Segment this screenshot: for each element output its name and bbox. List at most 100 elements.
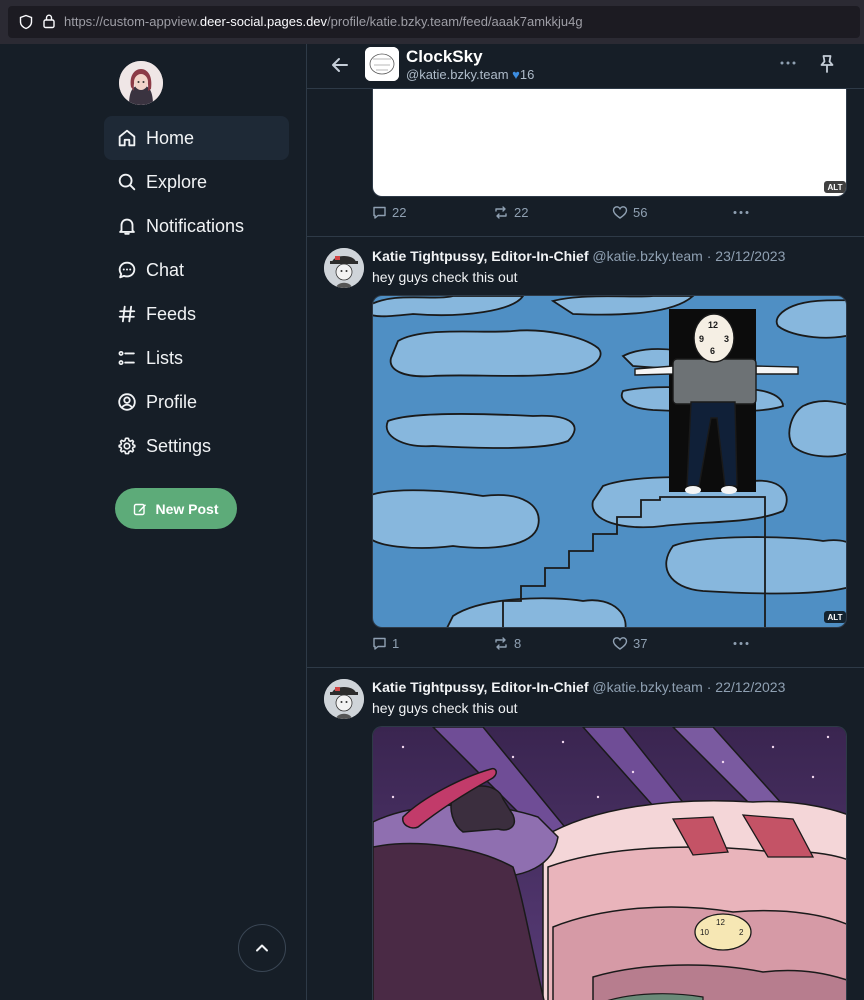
post-more-button[interactable] (732, 636, 755, 651)
browser-toolbar: https://custom-appview.deer-social.pages… (0, 0, 864, 44)
pin-icon[interactable] (817, 53, 837, 75)
sidebar-item-label: Home (146, 127, 195, 148)
sidebar-item-explore[interactable]: Explore (104, 160, 289, 204)
more-options-icon (733, 211, 749, 214)
url-text[interactable]: https://custom-appview.deer-social.pages… (64, 14, 583, 29)
search-icon (118, 173, 136, 191)
sidebar-item-settings[interactable]: Settings (104, 424, 289, 468)
post-date[interactable]: 23/12/2023 (715, 248, 785, 264)
post-more-button[interactable] (732, 205, 755, 220)
repost-count: 8 (514, 636, 522, 651)
user-circle-icon (118, 393, 136, 411)
post-image[interactable]: ALT (372, 89, 847, 197)
reply-icon (373, 637, 386, 650)
post-author-name[interactable]: Katie Tightpussy, Editor-In-Chief (372, 248, 589, 264)
feed-like-count: 16 (519, 67, 535, 82)
sidebar-item-label: Lists (146, 347, 184, 368)
chat-icon (118, 261, 136, 279)
sidebar-item-home[interactable]: Home (104, 116, 289, 160)
post-author-handle[interactable]: @katie.bzky.team (592, 679, 702, 695)
chevron-up-icon (256, 944, 268, 952)
sidebar-item-label: Profile (146, 391, 198, 412)
post-author-name[interactable]: Katie Tightpussy, Editor-In-Chief (372, 679, 589, 695)
sidebar-item-label: Notifications (146, 215, 245, 236)
repost-icon (495, 637, 507, 650)
post-divider (307, 236, 864, 237)
sidebar-item-chat[interactable]: Chat (104, 248, 289, 292)
user-avatar[interactable] (119, 61, 163, 105)
post-image[interactable]: 12 9 3 6 ALT (372, 295, 847, 628)
feed-title: ClockSky (406, 47, 483, 66)
back-arrow-icon[interactable] (329, 54, 351, 76)
sidebar-item-feeds[interactable]: Feeds (104, 292, 289, 336)
post-divider (307, 667, 864, 668)
like-button[interactable]: 37 (612, 636, 647, 651)
svg-text:3: 3 (724, 334, 729, 344)
post-image[interactable]: 12 10 2 (372, 726, 847, 1000)
cliff-night-illustration: 12 10 2 (373, 727, 846, 1000)
sidebar-item-notifications[interactable]: Notifications (104, 204, 289, 248)
new-post-label: New Post (155, 500, 219, 517)
home-icon (118, 129, 136, 147)
gear-icon (118, 437, 136, 455)
sidebar-item-label: Feeds (146, 303, 197, 324)
post-date[interactable]: 22/12/2023 (715, 679, 785, 695)
svg-text:10: 10 (700, 928, 709, 937)
repost-button[interactable]: 8 (493, 636, 521, 651)
feed-avatar[interactable] (365, 47, 399, 81)
post-author-avatar[interactable] (324, 248, 364, 288)
new-post-button[interactable]: New Post (115, 488, 237, 529)
sky-stairs-illustration: 12 9 36 (373, 296, 846, 627)
url-domain: deer-social.pages.dev (199, 14, 328, 29)
heart-outline-icon (612, 206, 628, 219)
svg-text:9: 9 (699, 334, 704, 344)
url-prefix: https://custom-appview. (64, 14, 200, 29)
post-header: Katie Tightpussy, Editor-In-Chief @katie… (372, 679, 785, 695)
post-actions: 22 22 56 (372, 205, 772, 225)
post-author-avatar[interactable] (324, 679, 364, 719)
like-count: 37 (633, 636, 648, 651)
sidebar-item-label: Explore (146, 171, 208, 192)
more-options-icon (733, 642, 749, 645)
feed-handle[interactable]: @katie.bzky.team (406, 67, 509, 82)
like-count: 56 (633, 205, 648, 220)
post-actions: 1 8 37 (372, 636, 772, 656)
sidebar-item-label: Chat (146, 259, 185, 280)
more-options-icon[interactable] (777, 52, 799, 74)
post-text: hey guys check this out (372, 700, 518, 716)
main-feed: ClockSky @katie.bzky.team ♥16 ALT 22 22 … (306, 44, 864, 1000)
sidebar-item-label: Settings (146, 435, 212, 456)
list-icon (118, 350, 135, 366)
svg-text:6: 6 (710, 346, 715, 356)
svg-text:12: 12 (708, 320, 718, 330)
sidebar: Home Explore Notifications Chat Feeds Li… (0, 44, 306, 1000)
address-bar[interactable]: https://custom-appview.deer-social.pages… (8, 6, 860, 38)
edit-icon (134, 503, 147, 515)
reply-count: 22 (392, 205, 407, 220)
hash-icon (118, 305, 136, 323)
feed-header: ClockSky @katie.bzky.team ♥16 (307, 44, 864, 89)
repost-count: 22 (514, 205, 529, 220)
feed-handle-line: @katie.bzky.team ♥16 (406, 67, 534, 82)
scroll-to-top-button[interactable] (238, 924, 286, 972)
svg-text:2: 2 (739, 928, 744, 937)
repost-button[interactable]: 22 (493, 205, 528, 220)
heart-outline-icon (612, 637, 628, 650)
repost-icon (495, 206, 507, 219)
alt-badge[interactable]: ALT (824, 611, 846, 623)
alt-badge[interactable]: ALT (824, 181, 846, 193)
shield-icon[interactable] (18, 14, 34, 30)
sidebar-item-profile[interactable]: Profile (104, 380, 289, 424)
reply-count: 1 (392, 636, 400, 651)
like-button[interactable]: 56 (612, 205, 647, 220)
url-path: /profile/katie.bzky.team/feed/aaak7amkkj… (327, 14, 583, 29)
reply-button[interactable]: 22 (372, 205, 406, 220)
sidebar-item-lists[interactable]: Lists (104, 336, 289, 380)
post-author-handle[interactable]: @katie.bzky.team (592, 248, 702, 264)
separator-dot: · (706, 679, 712, 695)
reply-icon (373, 206, 386, 219)
separator-dot: · (706, 248, 712, 264)
post-text: hey guys check this out (372, 269, 518, 285)
reply-button[interactable]: 1 (372, 636, 399, 651)
lock-icon[interactable] (42, 13, 56, 29)
